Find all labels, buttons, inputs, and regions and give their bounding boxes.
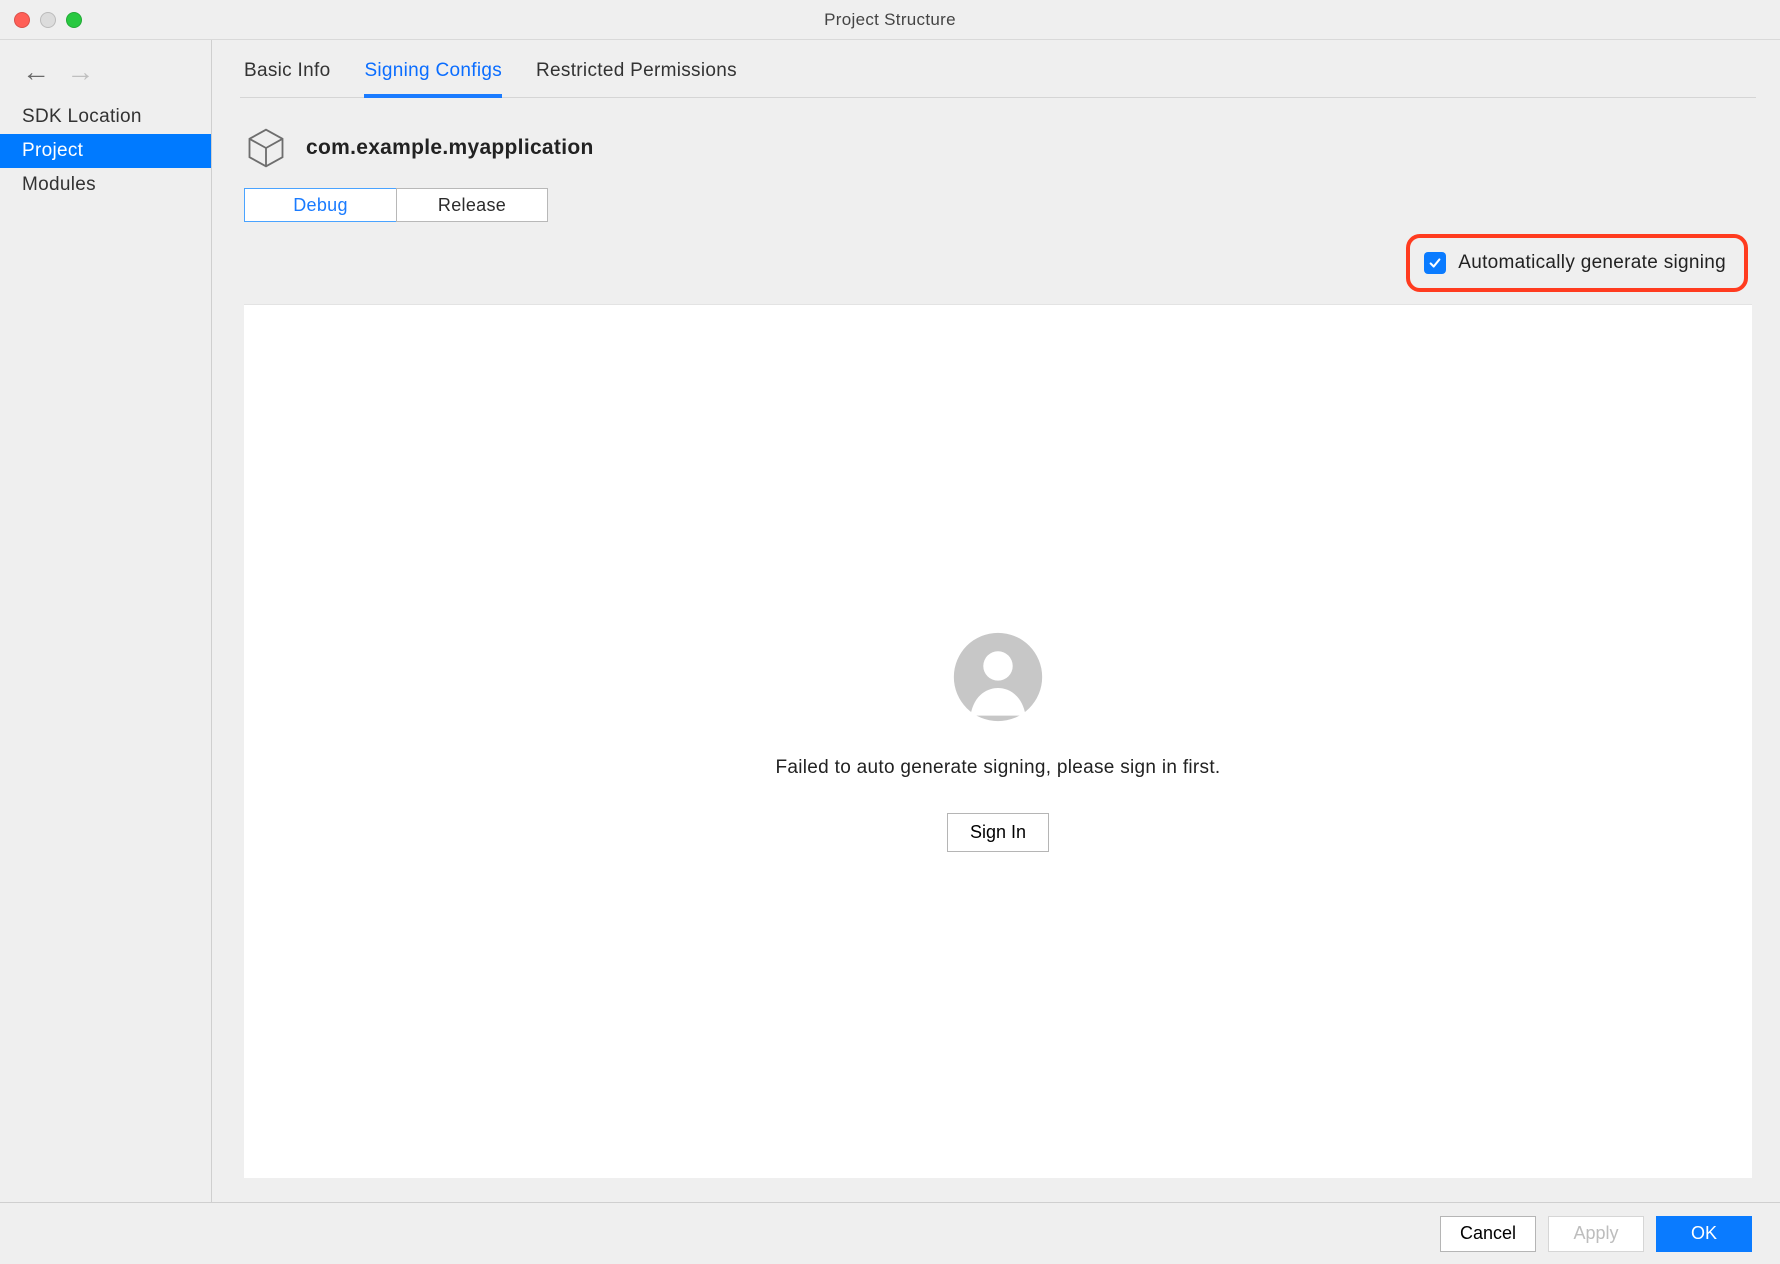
auto-signing-label: Automatically generate signing xyxy=(1458,252,1726,274)
sign-in-button[interactable]: Sign In xyxy=(947,813,1049,852)
forward-arrow-icon: → xyxy=(66,58,94,86)
apply-button: Apply xyxy=(1548,1216,1644,1252)
module-row: com.example.myapplication xyxy=(240,98,1756,188)
tab-basic-info[interactable]: Basic Info xyxy=(244,60,330,98)
tab-label: Basic Info xyxy=(244,60,330,81)
module-name: com.example.myapplication xyxy=(306,136,594,160)
window-title: Project Structure xyxy=(0,10,1780,30)
tab-restricted-permissions[interactable]: Restricted Permissions xyxy=(536,60,737,98)
button-label: OK xyxy=(1691,1223,1717,1243)
variant-label: Release xyxy=(438,195,506,216)
sidebar-item-label: Modules xyxy=(22,174,96,195)
tabs: Basic Info Signing Configs Restricted Pe… xyxy=(240,48,1756,98)
cancel-button[interactable]: Cancel xyxy=(1440,1216,1536,1252)
traffic-lights xyxy=(14,12,82,28)
auto-signing-highlight: Automatically generate signing xyxy=(1406,234,1748,292)
titlebar: Project Structure xyxy=(0,0,1780,40)
variant-debug-button[interactable]: Debug xyxy=(244,188,396,222)
signing-panel: Failed to auto generate signing, please … xyxy=(244,304,1752,1178)
variant-label: Debug xyxy=(293,195,348,216)
variant-toggle: Debug Release xyxy=(244,188,1756,222)
minimize-window-button xyxy=(40,12,56,28)
sidebar-item-label: SDK Location xyxy=(22,106,142,127)
maximize-window-button[interactable] xyxy=(66,12,82,28)
avatar-placeholder-icon xyxy=(952,631,1044,723)
button-label: Cancel xyxy=(1460,1223,1516,1243)
ok-button[interactable]: OK xyxy=(1656,1216,1752,1252)
check-icon xyxy=(1428,256,1442,270)
tab-signing-configs[interactable]: Signing Configs xyxy=(364,60,502,98)
sidebar: ← → SDK Location Project Modules xyxy=(0,40,212,1202)
sidebar-item-project[interactable]: Project xyxy=(0,134,211,168)
sidebar-item-sdk-location[interactable]: SDK Location xyxy=(0,100,211,134)
back-arrow-icon[interactable]: ← xyxy=(22,58,50,86)
sign-in-label: Sign In xyxy=(970,822,1026,842)
auto-signing-checkbox[interactable] xyxy=(1424,252,1446,274)
button-label: Apply xyxy=(1573,1223,1618,1243)
tab-label: Signing Configs xyxy=(364,60,502,81)
cube-icon xyxy=(244,126,288,170)
sidebar-item-modules[interactable]: Modules xyxy=(0,168,211,202)
main-content: Basic Info Signing Configs Restricted Pe… xyxy=(212,40,1780,1202)
sidebar-list: SDK Location Project Modules xyxy=(0,100,211,202)
close-window-button[interactable] xyxy=(14,12,30,28)
sidebar-item-label: Project xyxy=(22,140,83,161)
footer: Cancel Apply OK xyxy=(0,1202,1780,1264)
signing-message: Failed to auto generate signing, please … xyxy=(775,757,1220,779)
tab-label: Restricted Permissions xyxy=(536,60,737,81)
auto-signing-row: Automatically generate signing xyxy=(240,234,1756,292)
variant-release-button[interactable]: Release xyxy=(396,188,548,222)
nav-arrows: ← → xyxy=(0,58,211,100)
